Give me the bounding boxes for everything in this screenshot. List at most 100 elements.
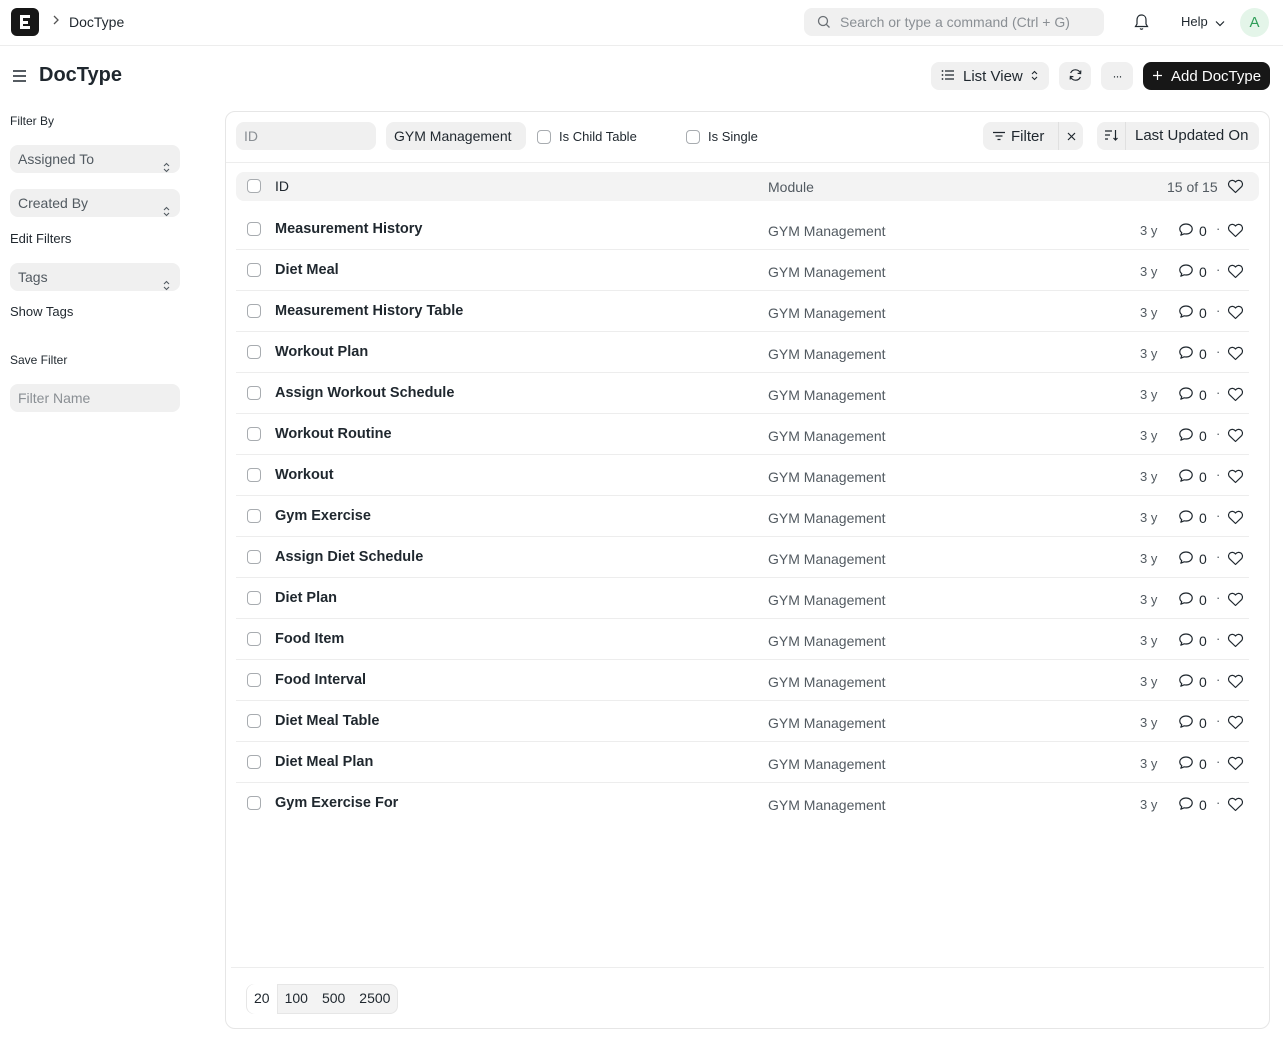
- table-row[interactable]: Workout Routine GYM Management 3 y 0 ·: [236, 414, 1249, 455]
- row-checkbox[interactable]: [247, 714, 261, 728]
- created-by-select[interactable]: Created By: [10, 189, 180, 217]
- page-length-option[interactable]: 20: [247, 984, 278, 1014]
- row-modified-time: 3 y: [1140, 633, 1158, 648]
- add-doctype-button[interactable]: Add DocType: [1143, 62, 1270, 90]
- row-name[interactable]: Assign Workout Schedule: [275, 385, 454, 401]
- sidebar-toggle-icon[interactable]: [12, 69, 27, 86]
- more-actions-button[interactable]: ···: [1101, 62, 1133, 90]
- like-heart-icon[interactable]: [1227, 797, 1244, 815]
- notification-bell-icon[interactable]: [1133, 13, 1150, 34]
- like-heart-icon[interactable]: [1227, 223, 1244, 241]
- like-heart-icon[interactable]: [1227, 469, 1244, 487]
- row-checkbox[interactable]: [247, 222, 261, 236]
- row-checkbox[interactable]: [247, 304, 261, 318]
- show-tags-link[interactable]: Show Tags: [10, 304, 73, 319]
- is-single-checkbox[interactable]: Is Single: [686, 129, 758, 144]
- list-view-switcher[interactable]: List View: [931, 62, 1049, 90]
- row-name[interactable]: Workout Routine: [275, 426, 392, 442]
- comment-icon: [1178, 591, 1194, 609]
- row-name[interactable]: Gym Exercise For: [275, 795, 398, 811]
- like-heart-icon[interactable]: [1227, 756, 1244, 774]
- filter-name-input[interactable]: [10, 384, 180, 412]
- page-length-option[interactable]: 2500: [352, 984, 397, 1014]
- row-name[interactable]: Gym Exercise: [275, 508, 371, 524]
- table-row[interactable]: Assign Workout Schedule GYM Management 3 y…: [236, 373, 1249, 414]
- table-row[interactable]: Diet Plan GYM Management 3 y 0 ·: [236, 578, 1249, 619]
- page-length-option[interactable]: 100: [278, 984, 315, 1014]
- refresh-button[interactable]: [1059, 62, 1091, 90]
- row-name[interactable]: Workout: [275, 467, 334, 483]
- row-checkbox[interactable]: [247, 263, 261, 277]
- clear-filters-button[interactable]: [1058, 122, 1083, 150]
- table-row[interactable]: Food Interval GYM Management 3 y 0 ·: [236, 660, 1249, 701]
- app-logo[interactable]: [11, 8, 39, 36]
- table-row[interactable]: Measurement History Table GYM Management 3…: [236, 291, 1249, 332]
- row-name[interactable]: Diet Meal Table: [275, 713, 379, 729]
- table-row[interactable]: Diet Meal GYM Management 3 y 0 ·: [236, 250, 1249, 291]
- filter-button[interactable]: Filter: [983, 122, 1058, 150]
- tags-select[interactable]: Tags: [10, 263, 180, 291]
- table-row[interactable]: Gym Exercise GYM Management 3 y 0 ·: [236, 496, 1249, 537]
- separator-dot: ·: [1216, 713, 1221, 728]
- like-heart-icon[interactable]: [1227, 592, 1244, 610]
- like-heart-icon[interactable]: [1227, 674, 1244, 692]
- help-dropdown[interactable]: Help: [1181, 14, 1225, 30]
- checkbox[interactable]: [537, 129, 551, 144]
- module-filter-input[interactable]: [386, 122, 526, 150]
- edit-filters-link[interactable]: Edit Filters: [10, 231, 71, 246]
- sort-order-button[interactable]: [1097, 122, 1126, 150]
- row-checkbox[interactable]: [247, 796, 261, 810]
- table-row[interactable]: Gym Exercise For GYM Management 3 y 0 ·: [236, 783, 1249, 824]
- avatar[interactable]: A: [1240, 8, 1269, 37]
- row-checkbox[interactable]: [247, 427, 261, 441]
- like-heart-icon[interactable]: [1227, 633, 1244, 651]
- breadcrumb[interactable]: DocType: [69, 14, 124, 30]
- row-checkbox[interactable]: [247, 591, 261, 605]
- table-row[interactable]: Diet Meal Plan GYM Management 3 y 0 ·: [236, 742, 1249, 783]
- heart-icon[interactable]: [1227, 179, 1244, 197]
- like-heart-icon[interactable]: [1227, 715, 1244, 733]
- like-heart-icon[interactable]: [1227, 428, 1244, 446]
- select-all-checkbox[interactable]: [247, 179, 261, 193]
- page-length-option[interactable]: 500: [315, 984, 352, 1014]
- row-name[interactable]: Measurement History: [275, 221, 422, 237]
- comment-count: 0: [1178, 755, 1207, 773]
- table-row[interactable]: Workout GYM Management 3 y 0 ·: [236, 455, 1249, 496]
- row-name[interactable]: Food Item: [275, 631, 344, 647]
- table-row[interactable]: Diet Meal Table GYM Management 3 y 0 ·: [236, 701, 1249, 742]
- row-name[interactable]: Measurement History Table: [275, 303, 463, 319]
- like-heart-icon[interactable]: [1227, 264, 1244, 282]
- row-name[interactable]: Diet Meal: [275, 262, 339, 278]
- search-input[interactable]: [840, 8, 1100, 36]
- row-name[interactable]: Workout Plan: [275, 344, 368, 360]
- row-checkbox[interactable]: [247, 468, 261, 482]
- search-bar[interactable]: [804, 8, 1104, 36]
- is-child-table-checkbox[interactable]: Is Child Table: [537, 129, 637, 144]
- like-heart-icon[interactable]: [1227, 305, 1244, 323]
- sort-field-selector[interactable]: Last Updated On: [1126, 122, 1259, 150]
- row-name[interactable]: Food Interval: [275, 672, 366, 688]
- table-row[interactable]: Measurement History GYM Management 3 y 0 ·: [236, 209, 1249, 250]
- row-checkbox[interactable]: [247, 550, 261, 564]
- row-name[interactable]: Diet Meal Plan: [275, 754, 373, 770]
- like-heart-icon[interactable]: [1227, 387, 1244, 405]
- checkbox[interactable]: [686, 129, 700, 144]
- save-filter-label: Save Filter: [10, 353, 68, 367]
- row-checkbox[interactable]: [247, 755, 261, 769]
- assigned-to-select[interactable]: Assigned To: [10, 145, 180, 173]
- row-checkbox[interactable]: [247, 673, 261, 687]
- table-row[interactable]: Assign Diet Schedule GYM Management 3 y 0 ·: [236, 537, 1249, 578]
- list-rows: Measurement History GYM Management 3 y 0 · Di…: [236, 209, 1249, 824]
- id-filter-input[interactable]: [236, 122, 376, 150]
- row-checkbox[interactable]: [247, 386, 261, 400]
- like-heart-icon[interactable]: [1227, 551, 1244, 569]
- like-heart-icon[interactable]: [1227, 510, 1244, 528]
- table-row[interactable]: Workout Plan GYM Management 3 y 0 ·: [236, 332, 1249, 373]
- row-name[interactable]: Assign Diet Schedule: [275, 549, 423, 565]
- row-checkbox[interactable]: [247, 632, 261, 646]
- like-heart-icon[interactable]: [1227, 346, 1244, 364]
- table-row[interactable]: Food Item GYM Management 3 y 0 ·: [236, 619, 1249, 660]
- row-checkbox[interactable]: [247, 345, 261, 359]
- row-name[interactable]: Diet Plan: [275, 590, 337, 606]
- row-checkbox[interactable]: [247, 509, 261, 523]
